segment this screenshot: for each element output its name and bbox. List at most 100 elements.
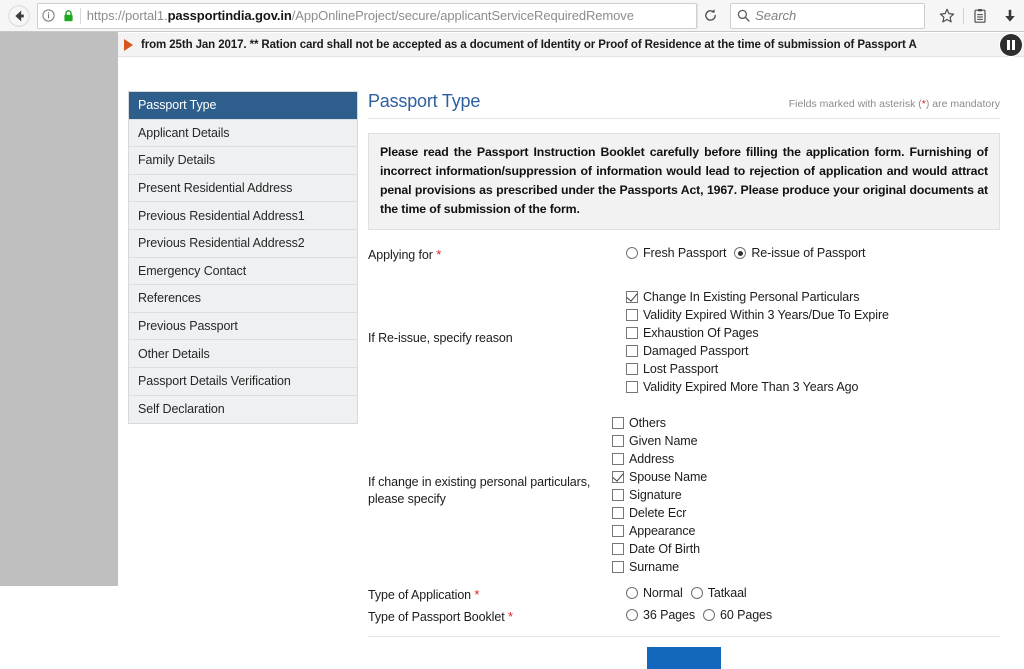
- search-input[interactable]: Search: [755, 8, 796, 23]
- radio-fresh-passport[interactable]: Fresh Passport: [626, 246, 726, 260]
- option-label: Exhaustion Of Pages: [643, 326, 759, 341]
- field-label: Type of Passport Booklet *: [368, 608, 513, 624]
- sidebar-item-references[interactable]: References: [129, 285, 357, 313]
- field-booklet-type: Type of Passport Booklet * 36 Pages 60 P…: [368, 608, 1000, 626]
- main-header: Passport Type Fields marked with asteris…: [368, 91, 1000, 119]
- sidebar-item-present-residential-address[interactable]: Present Residential Address: [129, 174, 357, 203]
- toolbar-divider: [963, 7, 964, 24]
- address-divider: [79, 7, 81, 24]
- checkbox-validity-expired-within-3-years[interactable]: Validity Expired Within 3 Years/Due To E…: [626, 306, 1000, 324]
- radio-tatkaal[interactable]: Tatkaal: [690, 586, 747, 601]
- sidebar-item-emergency-contact[interactable]: Emergency Contact: [129, 257, 357, 286]
- checkbox-change-in-existing-personal-particulars[interactable]: Change In Existing Personal Particulars: [626, 288, 1000, 306]
- option-label: Change In Existing Personal Particulars: [643, 290, 860, 305]
- checkbox-icon[interactable]: [612, 435, 624, 448]
- sidebar-item-passport-type[interactable]: Passport Type: [129, 92, 357, 120]
- checkbox-signature[interactable]: Signature: [612, 486, 1000, 504]
- field-label: If Re-issue, specify reason: [368, 331, 513, 346]
- option-label: Appearance: [629, 524, 696, 539]
- radio-36-pages[interactable]: 36 Pages: [626, 608, 695, 622]
- sidebar-item-passport-details-verification[interactable]: Passport Details Verification: [129, 367, 357, 396]
- marquee-pause-button[interactable]: [1000, 34, 1022, 56]
- sidebar-item-label: Previous Passport: [138, 319, 238, 334]
- sidebar-item-other-details[interactable]: Other Details: [129, 340, 357, 368]
- library-icon[interactable]: [966, 3, 994, 29]
- checkbox-icon[interactable]: [612, 561, 624, 574]
- checkbox-date-of-birth[interactable]: Date Of Birth: [612, 540, 1000, 558]
- checkbox-icon[interactable]: [626, 309, 638, 322]
- lock-icon: [60, 9, 78, 22]
- form-section-sidebar: Passport Type Applicant Details Family D…: [128, 91, 358, 425]
- radio-icon[interactable]: [703, 608, 716, 621]
- notice-marquee: from 25th Jan 2017. ** Ration card shall…: [118, 33, 1024, 57]
- checkbox-address[interactable]: Address: [612, 450, 1000, 468]
- field-label: If change in existing personal particula…: [368, 475, 591, 506]
- search-bar[interactable]: Search: [730, 2, 925, 29]
- radio-icon-selected[interactable]: [734, 247, 747, 260]
- checkbox-icon[interactable]: [612, 489, 624, 502]
- particulars-change-checkbox-group: Others Given Name Address Spouse Name Si…: [612, 414, 1000, 576]
- option-label: Tatkaal: [707, 586, 747, 601]
- sidebar-item-self-declaration[interactable]: Self Declaration: [129, 395, 357, 424]
- page-title: Passport Type: [368, 91, 481, 111]
- star-icon[interactable]: [933, 3, 961, 29]
- radio-icon[interactable]: [626, 587, 638, 600]
- reload-button[interactable]: [696, 2, 724, 29]
- submit-button[interactable]: [647, 646, 721, 669]
- radio-icon[interactable]: [626, 247, 638, 260]
- application-type-radio-group: Normal Tatkaal: [626, 586, 1000, 600]
- checkbox-icon[interactable]: [612, 543, 624, 556]
- sidebar-item-label: Passport Details Verification: [138, 374, 291, 389]
- checkbox-validity-expired-more-than-3-years-ago[interactable]: Validity Expired More Than 3 Years Ago: [626, 378, 1000, 396]
- sidebar-item-label: Previous Residential Address1: [138, 208, 305, 223]
- checkbox-exhaustion-of-pages[interactable]: Exhaustion Of Pages: [626, 324, 1000, 342]
- sidebar-item-previous-residential-address2[interactable]: Previous Residential Address2: [129, 229, 357, 258]
- radio-icon[interactable]: [690, 587, 703, 600]
- checkbox-icon[interactable]: [626, 327, 638, 340]
- sidebar-item-applicant-details[interactable]: Applicant Details: [129, 119, 357, 148]
- checkbox-appearance[interactable]: Appearance: [612, 522, 1000, 540]
- sidebar-item-label: Present Residential Address: [138, 181, 293, 196]
- radio-reissue-of-passport[interactable]: Re-issue of Passport: [734, 246, 865, 260]
- radio-normal[interactable]: Normal: [626, 586, 683, 600]
- back-button[interactable]: [4, 2, 35, 30]
- checkbox-icon[interactable]: [612, 417, 624, 430]
- required-asterisk: *: [474, 587, 480, 603]
- sidebar-item-label: Passport Type: [138, 98, 217, 113]
- checkbox-spouse-name[interactable]: Spouse Name: [612, 468, 1000, 486]
- sidebar-item-previous-residential-address1[interactable]: Previous Residential Address1: [129, 202, 357, 230]
- footer-fields: Type of Application * Normal Tatkaal Typ…: [368, 586, 1000, 626]
- radio-60-pages[interactable]: 60 Pages: [703, 608, 772, 622]
- sidebar-item-label: Other Details: [138, 346, 210, 361]
- sidebar-item-previous-passport[interactable]: Previous Passport: [129, 312, 357, 341]
- main-content: Passport Type Fields marked with asteris…: [368, 91, 1000, 669]
- sidebar-item-family-details[interactable]: Family Details: [129, 147, 357, 175]
- required-asterisk: *: [507, 608, 513, 624]
- page-info-icon[interactable]: [38, 9, 60, 22]
- checkbox-surname[interactable]: Surname: [612, 558, 1000, 576]
- checkbox-icon[interactable]: [612, 453, 624, 466]
- url-text: https://portal1.passportindia.gov.in/App…: [86, 8, 634, 23]
- sidebar-item-label: Previous Residential Address2: [138, 236, 305, 251]
- checkbox-icon[interactable]: [626, 363, 638, 376]
- checkbox-lost-passport[interactable]: Lost Passport: [626, 360, 1000, 378]
- option-label: Validity Expired More Than 3 Years Ago: [643, 380, 859, 395]
- page-viewport: from 25th Jan 2017. ** Ration card shall…: [0, 32, 1024, 669]
- address-bar[interactable]: https://portal1.passportindia.gov.in/App…: [36, 2, 697, 29]
- checkbox-icon[interactable]: [612, 507, 624, 520]
- option-label: Validity Expired Within 3 Years/Due To E…: [643, 308, 889, 323]
- checkbox-icon[interactable]: [612, 525, 624, 538]
- field-applying-for: Applying for * Fresh Passport Re-issue o…: [368, 246, 1000, 264]
- checkbox-icon[interactable]: [626, 345, 638, 358]
- checkbox-damaged-passport[interactable]: Damaged Passport: [626, 342, 1000, 360]
- checkbox-icon-checked[interactable]: [612, 471, 624, 484]
- checkbox-delete-ecr[interactable]: Delete Ecr: [612, 504, 1000, 522]
- download-icon[interactable]: [996, 3, 1024, 29]
- checkbox-icon[interactable]: [626, 381, 638, 394]
- option-label: Normal: [643, 586, 683, 601]
- radio-icon[interactable]: [626, 608, 638, 621]
- checkbox-icon-checked[interactable]: [626, 291, 638, 304]
- browser-toolbar: https://portal1.passportindia.gov.in/App…: [0, 0, 1024, 32]
- checkbox-given-name[interactable]: Given Name: [612, 432, 1000, 450]
- checkbox-others[interactable]: Others: [612, 414, 1000, 432]
